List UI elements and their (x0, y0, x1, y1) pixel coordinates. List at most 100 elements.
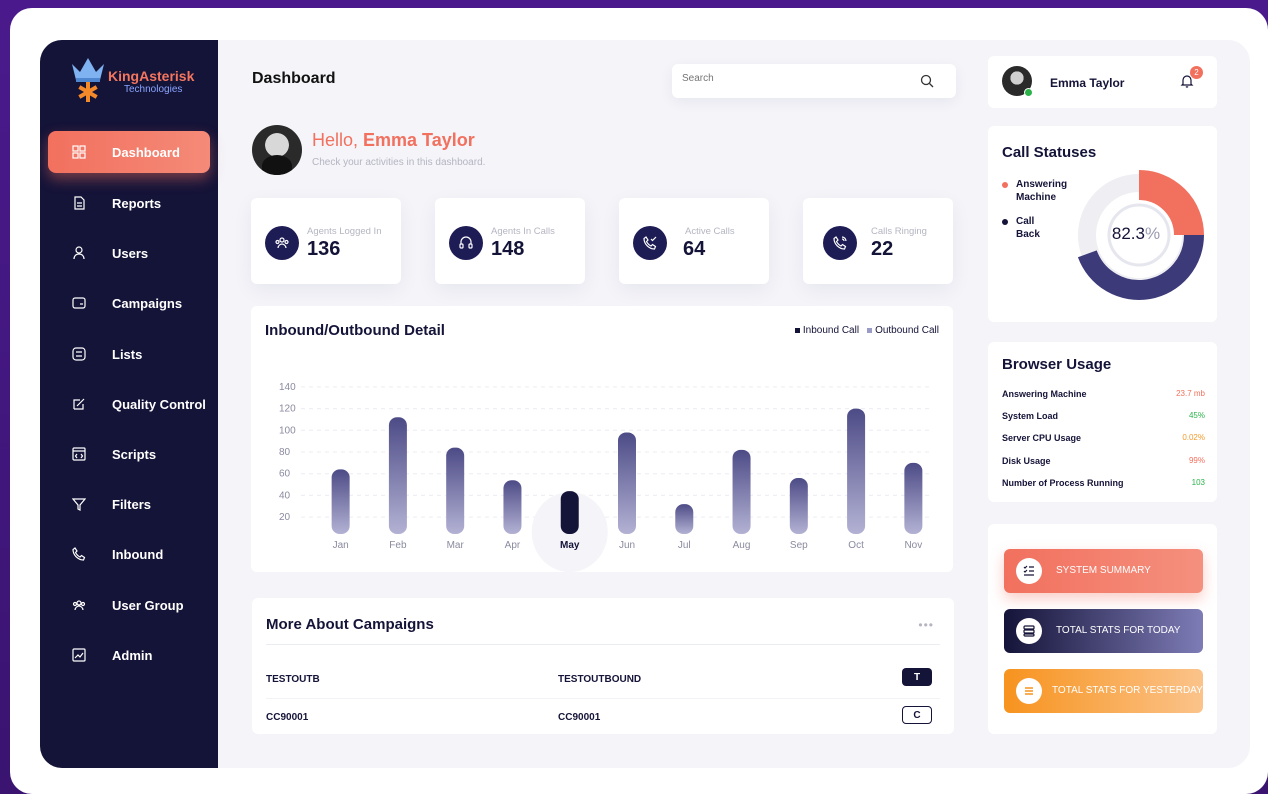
x-tick-label: Jun (619, 540, 635, 551)
legend-label: Call Back (1016, 216, 1040, 240)
system-summary-button[interactable]: SYSTEM SUMMARY (1004, 549, 1203, 593)
search-icon[interactable] (920, 74, 934, 88)
sidebar-item-quality-control[interactable]: Quality Control (48, 383, 210, 425)
bar-jun[interactable] (618, 432, 636, 534)
bar-chart: 20 40 60 80 100 120 140 Jan Feb Mar Apr May Jun Jul Au… (279, 382, 931, 572)
usage-row: Number of Process Running 103 (1002, 478, 1205, 488)
users-group-icon (72, 598, 86, 612)
sidebar-item-label: Lists (112, 346, 143, 362)
stat-label: Calls Ringing (871, 226, 927, 237)
x-tick-label: Nov (904, 540, 922, 551)
x-tick-label: May (560, 540, 580, 551)
usage-label: Answering Machine (1002, 389, 1087, 399)
sidebar-item-dashboard[interactable]: Dashboard (48, 131, 210, 173)
page-title: Dashboard (252, 70, 336, 87)
user-name[interactable]: Emma Taylor (1050, 76, 1124, 90)
stat-value: 136 (307, 238, 341, 260)
bar-sep[interactable] (789, 478, 808, 534)
more-options-icon[interactable]: ••• (918, 618, 934, 632)
bar-aug[interactable] (732, 449, 751, 534)
sidebar-item-inbound[interactable]: Inbound (48, 533, 210, 575)
percent-value: 82.3 (1111, 224, 1145, 243)
sidebar-item-lists[interactable]: Lists (48, 333, 210, 375)
usage-row: Disk Usage 99% (1002, 456, 1205, 466)
stat-card-calls-ringing[interactable]: Calls Ringing 22 (803, 198, 953, 284)
crown-logo-icon (72, 58, 104, 102)
y-tick-label: 100 (279, 425, 296, 436)
user-card: Emma Taylor 2 (988, 56, 1217, 108)
campaigns-title: More About Campaigns (266, 616, 434, 633)
filter-icon (72, 497, 86, 511)
button-label: SYSTEM SUMMARY (1056, 565, 1151, 576)
bar-nov[interactable] (904, 462, 923, 534)
sidebar-item-label: Scripts (112, 446, 157, 462)
bar-mar[interactable] (446, 447, 465, 534)
list-icon (72, 347, 86, 361)
sidebar-item-filters[interactable]: Filters (48, 483, 210, 525)
stat-card-agents-logged-in[interactable]: Agents Logged In 136 (251, 198, 401, 284)
search-box (672, 64, 956, 98)
online-status-dot (1024, 88, 1033, 97)
sidebar-item-label: Quality Control (112, 396, 206, 412)
stat-card-active-calls[interactable]: Active Calls 64 (619, 198, 769, 284)
usage-value: 99% (1188, 456, 1205, 465)
table-row[interactable]: CC90001 CC90001 C (252, 702, 954, 732)
total-stats-yesterday-button[interactable]: TOTAL STATS FOR YESTERDAY (1004, 669, 1203, 713)
sidebar-item-reports[interactable]: Reports (48, 182, 210, 224)
bar-oct[interactable] (847, 408, 866, 534)
sidebar-item-label: Reports (112, 195, 162, 211)
x-tick-label: Jul (678, 540, 691, 551)
table-row[interactable]: TESTOUTB TESTOUTBOUND T (252, 664, 954, 694)
headset-icon (449, 226, 483, 260)
phone-check-icon (633, 226, 667, 260)
sidebar-item-campaigns[interactable]: Campaigns (48, 282, 210, 324)
sidebar-item-users[interactable]: Users (48, 232, 210, 274)
stat-card-agents-in-calls[interactable]: Agents In Calls 148 (435, 198, 585, 284)
brand-sub: Technologies (124, 84, 183, 95)
y-tick-label: 120 (279, 404, 296, 415)
checklist-icon (1016, 558, 1042, 584)
greeting-subtitle: Check your activities in this dashboard. (312, 157, 486, 168)
sidebar-item-label: Users (112, 245, 149, 261)
bar-feb[interactable] (388, 417, 407, 534)
user-icon (72, 246, 86, 260)
bar-jan[interactable] (331, 469, 350, 534)
usage-value: 23.7 mb (1176, 389, 1205, 398)
sidebar-item-scripts[interactable]: Scripts (48, 433, 210, 475)
search-input[interactable] (682, 73, 902, 84)
campaign-name: CC90001 (558, 712, 601, 723)
percent-sign: % (1144, 224, 1161, 243)
stat-label: Agents In Calls (491, 226, 555, 237)
browser-usage-card: Browser Usage Answering Machine 23.7 mb S… (988, 342, 1217, 502)
usage-row: System Load 45% (1002, 411, 1205, 421)
sidebar-item-label: Inbound (112, 546, 164, 562)
stat-label: Active Calls (685, 226, 735, 237)
sidebar-item-label: Campaigns (112, 295, 183, 311)
y-tick-label: 140 (279, 382, 296, 393)
brand-name: KingAsterisk (108, 68, 195, 84)
summary-card: SYSTEM SUMMARY TOTAL STATS FOR TODAY TOT… (988, 524, 1217, 734)
usage-row: Server CPU Usage 0.02% (1002, 433, 1205, 443)
phone-icon (72, 547, 86, 561)
document-icon (72, 196, 86, 210)
total-stats-today-button[interactable]: TOTAL STATS FOR TODAY (1004, 609, 1203, 653)
x-tick-label: Jan (333, 540, 349, 551)
bar-apr[interactable] (503, 480, 522, 534)
bar-jul[interactable] (675, 504, 694, 534)
inbound-outbound-chart-card: Inbound/Outbound Detail Inbound Call Out… (251, 306, 953, 572)
usage-label: Server CPU Usage (1002, 433, 1082, 443)
x-tick-label: Oct (848, 540, 864, 551)
sidebar-item-admin[interactable]: Admin (48, 634, 210, 676)
edit-icon (72, 397, 86, 411)
sidebar-item-label: Dashboard (112, 144, 180, 160)
campaign-badge[interactable]: T (902, 668, 932, 686)
sidebar-item-user-group[interactable]: User Group (48, 584, 210, 626)
stat-value: 148 (491, 238, 525, 260)
greeting: Hello, Emma Taylor (312, 130, 475, 151)
button-label: TOTAL STATS FOR YESTERDAY (1052, 685, 1203, 696)
logo: KingAsterisk Technologies (68, 54, 198, 104)
sidebar-item-label: Filters (112, 496, 152, 512)
bar-may[interactable] (560, 491, 579, 534)
campaign-badge[interactable]: C (902, 706, 932, 724)
call-statuses-title: Call Statuses (1002, 144, 1097, 161)
